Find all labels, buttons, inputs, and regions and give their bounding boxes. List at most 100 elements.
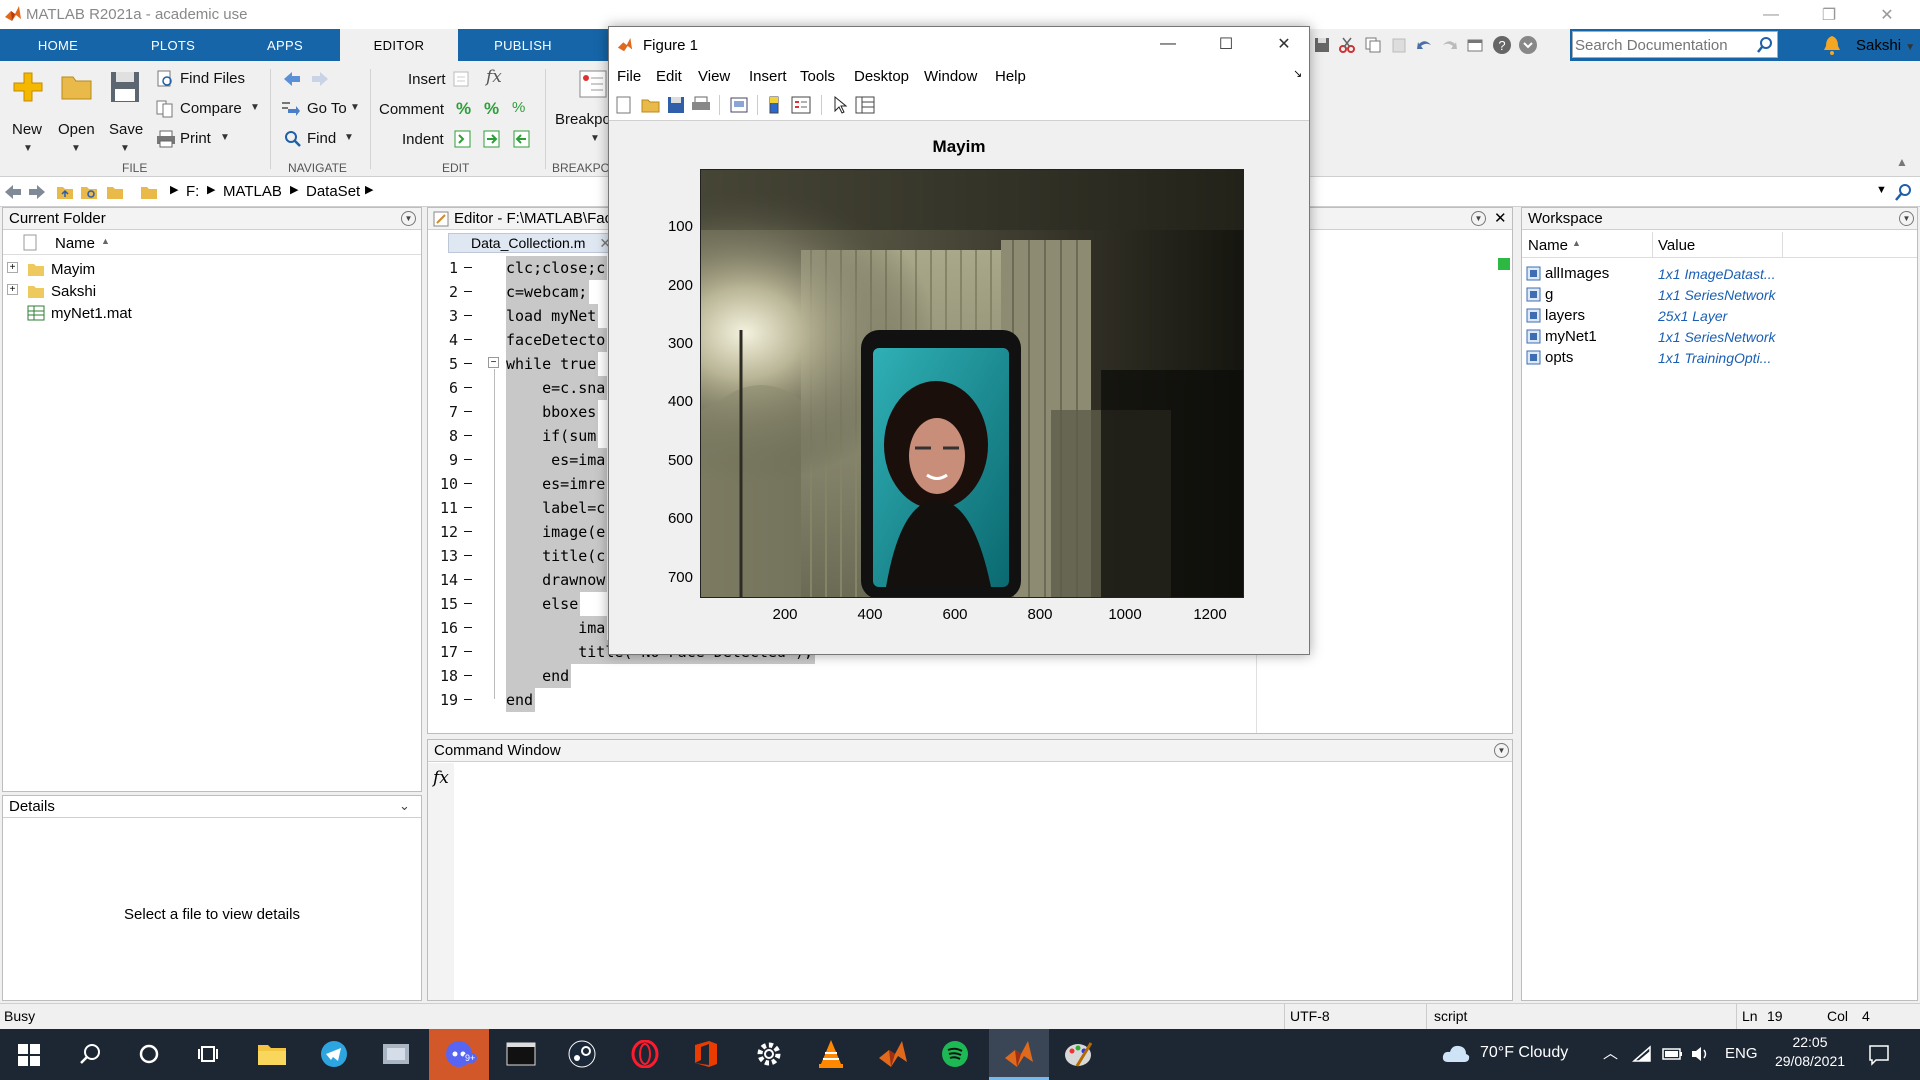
smart-indent-icon[interactable] (453, 129, 473, 149)
figure-minimize-button[interactable]: — (1139, 29, 1197, 58)
tab-plots[interactable]: PLOTS (133, 29, 213, 61)
path-segment[interactable]: DataSet (306, 183, 360, 200)
line-number[interactable]: 7 (428, 403, 458, 421)
line-number[interactable]: 14 (428, 571, 458, 589)
telegram-icon[interactable] (320, 1040, 348, 1068)
nav-back-icon[interactable] (4, 184, 22, 200)
menu-help[interactable]: Help (995, 68, 1026, 85)
editor-menu-icon[interactable]: ▼ (1471, 211, 1486, 226)
go-to-button[interactable]: Go To ▼ (280, 98, 364, 120)
wrap-comments-icon[interactable]: % (512, 99, 525, 116)
breakpoint-marker[interactable] (464, 291, 472, 292)
line-number[interactable]: 11 (428, 499, 458, 517)
help-icon[interactable]: ? (1492, 35, 1512, 55)
menu-window[interactable]: Window (924, 68, 977, 85)
insert-button[interactable]: Insert (408, 71, 446, 88)
code-text[interactable]: bboxes (506, 400, 599, 424)
code-text[interactable]: e=c.sna (506, 376, 608, 400)
code-text[interactable]: c=webcam; (506, 280, 590, 304)
table-row[interactable]: layers 25x1 Layer (1522, 306, 1917, 326)
uncomment-icon[interactable]: % (484, 99, 499, 119)
code-text[interactable]: faceDetecto (506, 328, 608, 352)
tab-publish[interactable]: PUBLISH (478, 29, 568, 61)
save-button[interactable]: Save ▼ (106, 71, 146, 161)
breakpoint-marker[interactable] (464, 627, 472, 628)
weather-text[interactable]: 70°F Cloudy (1480, 1044, 1568, 1062)
vlc-icon[interactable] (818, 1039, 844, 1069)
task-view-icon[interactable] (198, 1043, 220, 1065)
address-dropdown-icon[interactable]: ▼ (1876, 184, 1887, 196)
comment-percent-icon[interactable]: % (456, 99, 471, 119)
breakpoint-marker[interactable] (464, 651, 472, 652)
menu-view[interactable]: View (698, 68, 730, 85)
language-indicator[interactable]: ENG (1725, 1045, 1758, 1062)
list-item[interactable]: myNet1.mat (3, 304, 421, 324)
collapse-ribbon-icon[interactable]: ▲ (1896, 155, 1908, 169)
office-icon[interactable] (693, 1040, 719, 1068)
command-menu-icon[interactable]: ▼ (1494, 743, 1509, 758)
spotify-icon[interactable] (941, 1040, 969, 1068)
path-segment[interactable]: MATLAB (223, 183, 282, 200)
breakpoint-marker[interactable] (464, 339, 472, 340)
breakpoint-marker[interactable] (464, 675, 472, 676)
breakpoints-button[interactable]: Breakpo (555, 111, 611, 128)
cortana-icon[interactable] (138, 1043, 160, 1065)
line-number[interactable]: 19 (428, 691, 458, 709)
minimize-button[interactable]: — (1742, 0, 1800, 29)
folder-column-header[interactable]: Name ▲ (3, 231, 421, 255)
breakpoint-marker[interactable] (464, 363, 472, 364)
nav-forward-icon[interactable] (28, 184, 46, 200)
forward-arrow-icon[interactable] (310, 70, 330, 88)
hardware-app-icon[interactable] (380, 1040, 412, 1068)
details-collapse-icon[interactable]: ⌄ (399, 798, 410, 814)
breakpoint-marker[interactable] (464, 315, 472, 316)
line-number[interactable]: 2 (428, 283, 458, 301)
fold-toggle-icon[interactable]: − (488, 357, 499, 368)
tab-home[interactable]: HOME (18, 29, 98, 61)
col-value[interactable]: Value (1658, 237, 1695, 254)
find-files-button[interactable]: Find Files (156, 68, 266, 90)
terminal-icon[interactable] (506, 1042, 536, 1066)
tray-chevron-icon[interactable]: ︿ (1603, 1042, 1618, 1063)
edit-plot-cursor-icon[interactable] (833, 96, 847, 114)
action-center-icon[interactable] (1868, 1044, 1890, 1066)
volume-icon[interactable] (1690, 1045, 1710, 1063)
tab-editor[interactable]: EDITOR (340, 29, 458, 61)
switch-windows-icon[interactable] (1466, 36, 1484, 54)
matlab-taskbar-icon[interactable] (878, 1040, 908, 1068)
code-text[interactable]: es=imre (506, 472, 608, 496)
code-text[interactable]: es=ima (506, 448, 608, 472)
code-text[interactable]: image(e (506, 520, 608, 544)
expand-icon[interactable]: + (7, 284, 18, 295)
notification-bell-icon[interactable] (1823, 34, 1841, 56)
breakpoint-marker[interactable] (464, 603, 472, 604)
open-button[interactable]: Open ▼ (56, 71, 98, 161)
windows-start-icon[interactable] (18, 1044, 40, 1066)
browse-folder-icon[interactable] (80, 183, 98, 201)
decrease-indent-icon[interactable] (512, 129, 532, 149)
dock-arrow-icon[interactable]: ↘ (1293, 67, 1302, 80)
menu-tools[interactable]: Tools (800, 68, 835, 85)
line-number[interactable]: 4 (428, 331, 458, 349)
line-number[interactable]: 5 (428, 355, 458, 373)
code-text[interactable]: title(c (506, 544, 608, 568)
search-input[interactable] (1575, 35, 1750, 55)
line-number[interactable]: 6 (428, 379, 458, 397)
wifi-icon[interactable] (1632, 1045, 1652, 1063)
breakpoint-marker[interactable] (464, 267, 472, 268)
line-number[interactable]: 18 (428, 667, 458, 685)
tab-apps[interactable]: APPS (245, 29, 325, 61)
line-number[interactable]: 10 (428, 475, 458, 493)
line-number[interactable]: 15 (428, 595, 458, 613)
folder-tools-icon[interactable] (106, 183, 126, 201)
settings-gear-icon[interactable] (755, 1040, 783, 1068)
paint-icon[interactable] (1063, 1039, 1095, 1069)
breakpoint-marker[interactable] (464, 699, 472, 700)
clock[interactable]: 22:05 29/08/2021 (1770, 1034, 1850, 1069)
up-folder-icon[interactable] (56, 183, 74, 201)
user-menu[interactable]: Sakshi ▼ (1856, 37, 1915, 54)
line-number[interactable]: 12 (428, 523, 458, 541)
find-button[interactable]: Find ▼ (284, 128, 364, 150)
increase-indent-icon[interactable] (482, 129, 502, 149)
breakpoint-marker[interactable] (464, 531, 472, 532)
